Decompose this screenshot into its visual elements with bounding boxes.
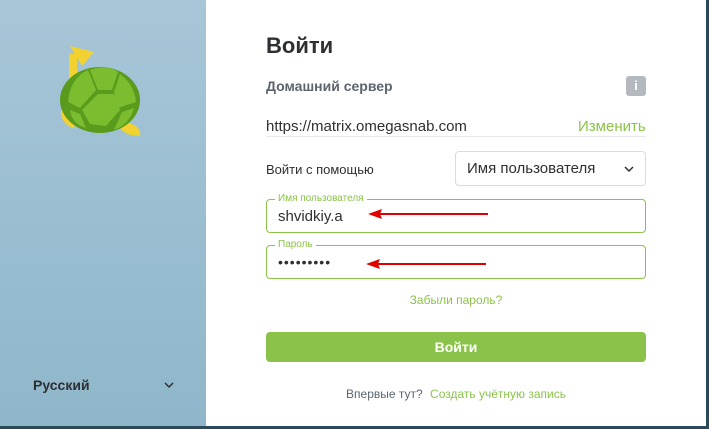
username-label: Имя пользователя xyxy=(275,193,367,205)
footer-prompt: Впервые тут? xyxy=(346,387,423,401)
login-type-select[interactable]: Имя пользователя xyxy=(455,151,646,186)
password-input[interactable]: ••••••••• xyxy=(278,254,331,270)
language-select[interactable]: Русский xyxy=(33,374,175,396)
change-server-link[interactable]: Изменить xyxy=(578,118,646,135)
password-label: Пароль xyxy=(275,239,316,251)
turtle-logo-icon xyxy=(60,46,141,136)
homeserver-heading: Домашний сервер xyxy=(266,78,393,94)
annotation-arrow-icon xyxy=(368,209,488,219)
login-type-value: Имя пользователя xyxy=(467,160,596,177)
chevron-down-icon xyxy=(164,382,174,389)
page-title: Войти xyxy=(266,33,334,58)
login-button[interactable]: Войти xyxy=(266,332,646,362)
homeserver-divider xyxy=(266,136,646,137)
info-icon[interactable]: i xyxy=(626,76,646,96)
create-account-link[interactable]: Создать учётную запись xyxy=(430,387,566,401)
sidebar: Русский xyxy=(0,0,206,429)
homeserver-url: https://matrix.omegasnab.com xyxy=(266,118,467,135)
login-panel: Войти Домашний сервер i https://matrix.o… xyxy=(206,0,709,429)
username-input[interactable]: shvidkiy.a xyxy=(278,208,343,225)
annotation-arrow-icon xyxy=(366,259,486,269)
forgot-password-link[interactable]: Забыли пароль? xyxy=(266,293,646,307)
language-label: Русский xyxy=(33,377,90,393)
chevron-down-icon xyxy=(624,165,634,172)
login-with-label: Войти с помощью xyxy=(266,162,374,177)
signup-footer: Впервые тут? Создать учётную запись xyxy=(266,387,646,401)
